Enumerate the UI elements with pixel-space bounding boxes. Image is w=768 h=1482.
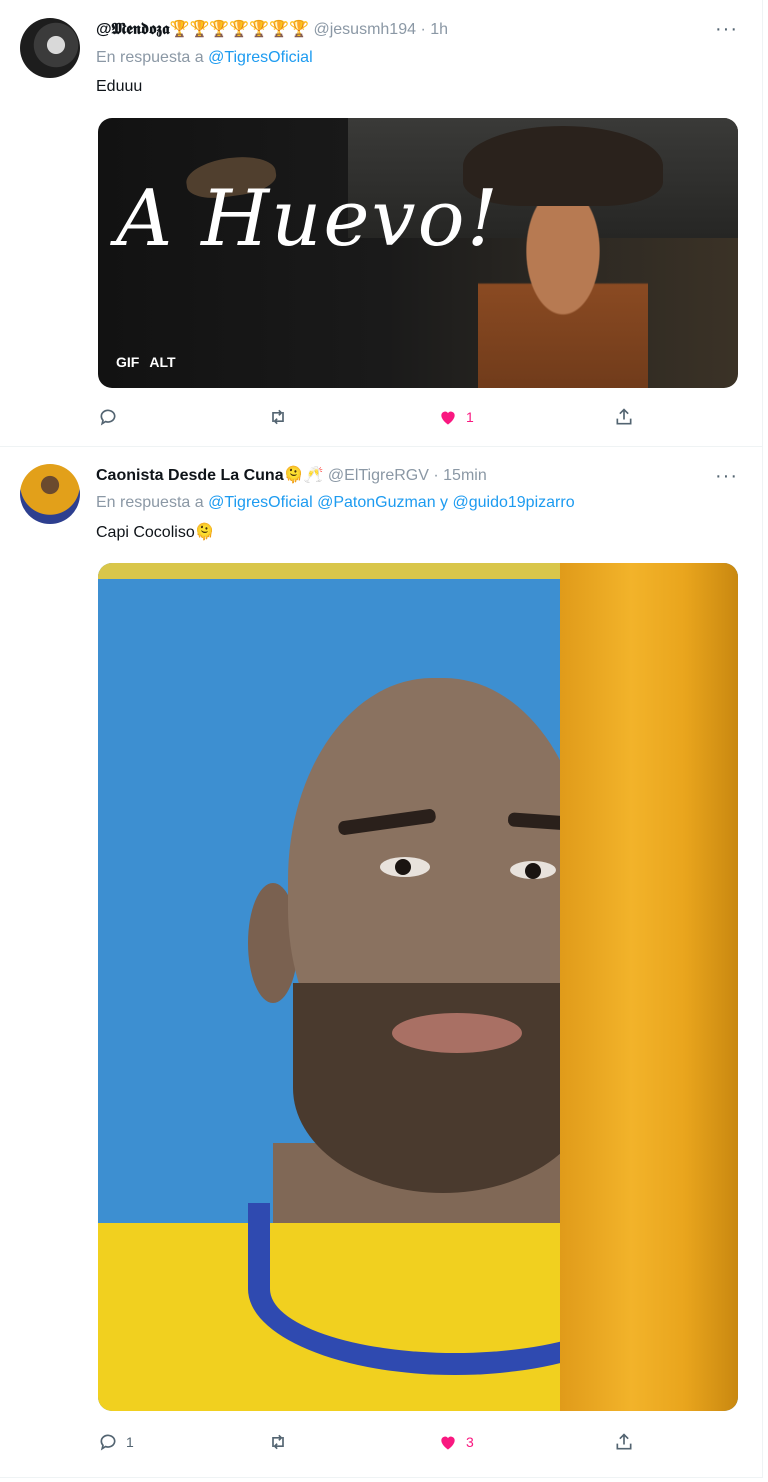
share-button[interactable] bbox=[614, 1432, 634, 1452]
retweet-button[interactable] bbox=[268, 407, 296, 427]
like-count: 3 bbox=[466, 1434, 474, 1450]
painting-top-strip bbox=[98, 563, 568, 579]
reply-icon bbox=[100, 409, 116, 426]
avatar[interactable] bbox=[20, 464, 80, 524]
retweet-icon bbox=[272, 1434, 284, 1450]
gif-badge: GIF bbox=[116, 354, 140, 370]
author-emoji: 🏆🏆🏆🏆🏆🏆🏆 bbox=[169, 21, 310, 38]
painted-eye bbox=[510, 861, 556, 879]
reply-icon bbox=[100, 1434, 116, 1451]
reply-button[interactable] bbox=[98, 407, 126, 427]
tweet-text: Capi Cocoliso🫠 bbox=[96, 524, 215, 541]
photo-media[interactable] bbox=[98, 563, 738, 1411]
share-icon bbox=[616, 1433, 632, 1450]
alt-badge[interactable]: ALT bbox=[149, 354, 175, 370]
mention-link[interactable]: @TigresOficial bbox=[208, 49, 313, 66]
retweet-button[interactable] bbox=[268, 1432, 296, 1452]
tweet-header: Caonista Desde La Cuna🫠🥂 @ElTigreRGV · 1… bbox=[96, 465, 487, 485]
timestamp[interactable]: 1h bbox=[430, 21, 448, 38]
media-badges: GIF ALT bbox=[116, 354, 186, 370]
timestamp[interactable]: 15min bbox=[443, 467, 487, 484]
author-emoji: 🫠🥂 bbox=[283, 467, 324, 484]
man-figure bbox=[478, 188, 648, 388]
painted-eye bbox=[380, 857, 430, 877]
like-button[interactable]: 3 bbox=[438, 1432, 474, 1452]
replying-to: En respuesta a @TigresOficial bbox=[96, 49, 313, 67]
like-count: 1 bbox=[466, 409, 474, 425]
share-button[interactable] bbox=[614, 407, 634, 427]
replying-prefix: En respuesta a bbox=[96, 494, 204, 511]
replying-prefix: En respuesta a bbox=[96, 49, 204, 66]
like-button[interactable]: 1 bbox=[438, 407, 474, 427]
author-name[interactable]: @𝕸𝖊𝖓𝖉𝖔𝖟𝖆 bbox=[96, 21, 170, 38]
heart-icon bbox=[441, 411, 455, 425]
more-options-icon[interactable]: ··· bbox=[715, 18, 738, 41]
avatar[interactable] bbox=[20, 18, 80, 78]
tweet[interactable]: Caonista Desde La Cuna🫠🥂 @ElTigreRGV · 1… bbox=[0, 447, 763, 1478]
replying-to: En respuesta a @TigresOficial @PatonGuzm… bbox=[96, 494, 575, 512]
tweet-actions: 1 bbox=[96, 407, 656, 431]
heart-icon bbox=[441, 1436, 455, 1450]
tweet-header: @𝕸𝖊𝖓𝖉𝖔𝖟𝖆🏆🏆🏆🏆🏆🏆🏆 @jesusmh194 · 1h bbox=[96, 19, 448, 39]
author-handle[interactable]: @ElTigreRGV bbox=[328, 467, 429, 484]
more-options-icon[interactable]: ··· bbox=[715, 465, 738, 488]
tweet-text: Eduuu bbox=[96, 78, 143, 95]
gif-caption: A Huevo! bbox=[116, 174, 500, 264]
author-handle[interactable]: @jesusmh194 bbox=[313, 21, 416, 38]
retweet-icon bbox=[272, 409, 284, 425]
share-icon bbox=[616, 408, 632, 425]
separator-dot: · bbox=[420, 21, 426, 38]
reply-count: 1 bbox=[126, 1434, 134, 1450]
tweet[interactable]: @𝕸𝖊𝖓𝖉𝖔𝖟𝖆🏆🏆🏆🏆🏆🏆🏆 @jesusmh194 · 1h ··· En … bbox=[0, 0, 763, 447]
tweet-actions: 1 3 bbox=[96, 1432, 656, 1456]
yellow-fabric bbox=[560, 563, 738, 1411]
author-name[interactable]: Caonista Desde La Cuna bbox=[96, 467, 284, 484]
separator-dot: · bbox=[433, 467, 439, 484]
mention-links[interactable]: @TigresOficial @PatonGuzman y @guido19pi… bbox=[208, 494, 575, 511]
reply-button[interactable]: 1 bbox=[98, 1432, 134, 1452]
gif-media[interactable]: A Huevo! GIF ALT bbox=[98, 118, 738, 388]
painted-lips bbox=[392, 1013, 522, 1053]
